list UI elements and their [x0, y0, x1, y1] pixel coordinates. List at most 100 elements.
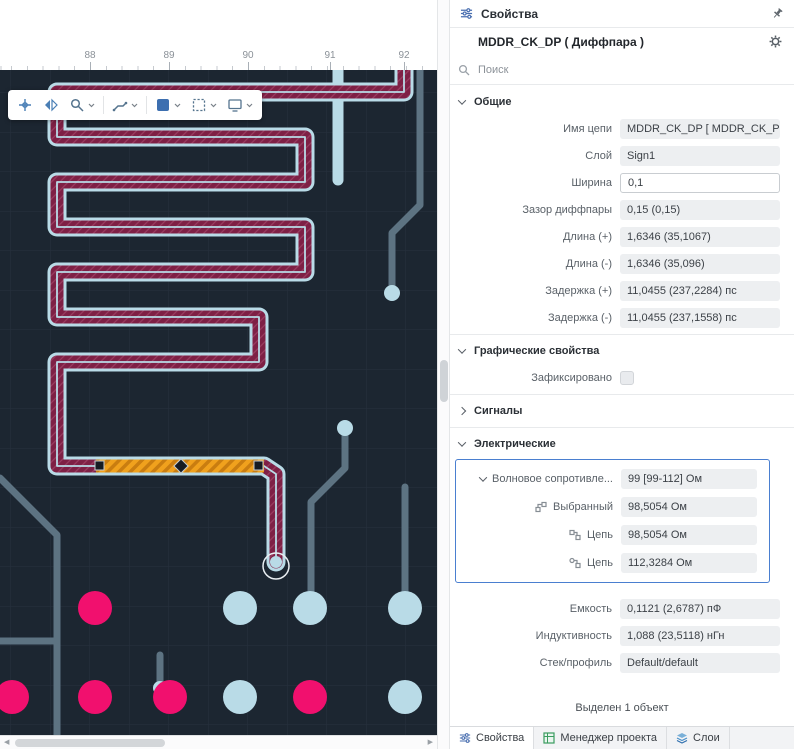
layer-field[interactable]: Sign1 [620, 145, 780, 166]
horizontal-ruler: 88 89 90 91 92 [0, 0, 437, 70]
net-name-field[interactable]: MDDR_CK_DP [ MDDR_CK_P ... [620, 118, 780, 139]
property-label: Задержка (-) [548, 311, 612, 324]
section-general[interactable]: Общие [450, 89, 794, 115]
display-options-button[interactable] [223, 94, 257, 116]
route-button[interactable] [108, 94, 142, 116]
property-row: Индуктивность 1,088 (23,5118) нГн [450, 622, 794, 649]
tab-layers[interactable]: Слои [667, 727, 730, 749]
property-row: Имя цепи MDDR_CK_DP [ MDDR_CK_P ... [450, 115, 794, 142]
selected-trace-segment[interactable] [94, 458, 264, 474]
chevron-down-icon [457, 345, 467, 354]
active-layer-button[interactable] [151, 94, 185, 116]
property-label: Имя цепи [563, 122, 612, 135]
ruler-mark: 92 [398, 50, 410, 61]
search-row [450, 55, 794, 85]
zoom-icon [70, 98, 84, 112]
selection-status: Выделен 1 объект [575, 702, 669, 714]
selection-handle[interactable] [253, 460, 264, 471]
selection-handle[interactable] [94, 460, 105, 471]
vertical-scrollbar[interactable] [437, 0, 450, 749]
trace-end-via[interactable] [270, 556, 282, 568]
divider [450, 427, 794, 428]
property-label: Стек/профиль [539, 656, 612, 669]
property-row: Ширина 0,1 [450, 169, 794, 196]
net-label: Цепь [587, 557, 613, 569]
property-label: Цепь [456, 557, 621, 569]
property-label: Цепь [456, 529, 621, 541]
selected-object-icon [535, 501, 547, 513]
section-electrical[interactable]: Электрические [450, 431, 794, 457]
ruler-mark: 90 [242, 50, 254, 61]
stack-profile-field[interactable]: Default/default [620, 652, 780, 673]
vertical-scroll-thumb[interactable] [440, 360, 448, 402]
tab-project-manager[interactable]: Менеджер проекта [534, 727, 668, 749]
selection-filter-button[interactable] [187, 94, 221, 116]
delay-plus-field[interactable]: 11,0455 (237,2284) пс [620, 280, 780, 301]
impedance-field[interactable]: 99 [99-112] Ом [621, 469, 757, 489]
section-label: Сигналы [474, 405, 523, 417]
length-minus-field[interactable]: 1,6346 (35,096) [620, 253, 780, 274]
net-pair-impedance-field[interactable]: 112,3284 Ом [621, 553, 757, 573]
property-row: Цепь 98,5054 Ом [456, 521, 769, 549]
section-signals[interactable]: Сигналы [450, 398, 794, 424]
ruler-tick [404, 62, 405, 70]
object-title: MDDR_CK_DP ( Диффпара ) [478, 34, 644, 49]
selected-impedance-field[interactable]: 98,5054 Ом [621, 497, 757, 517]
delay-minus-field[interactable]: 11,0455 (237,1558) пс [620, 307, 780, 328]
property-row: Длина (+) 1,6346 (35,1067) [450, 223, 794, 250]
inductance-field[interactable]: 1,088 (23,5118) нГн [620, 625, 780, 646]
pcb-editor-canvas-area: 88 89 90 91 92 ◀ ▶ [0, 0, 437, 749]
zoom-button[interactable] [65, 94, 99, 116]
route-icon [112, 101, 128, 112]
horizontal-scroll-thumb[interactable] [15, 738, 166, 747]
ruler-minor-ticks [0, 66, 437, 70]
section-label: Общие [474, 96, 512, 108]
property-label: Зазор диффпары [522, 203, 612, 216]
mirror-button[interactable] [39, 94, 63, 116]
chevron-down-icon [210, 103, 217, 107]
selected-label: Выбранный [553, 501, 613, 513]
property-row: Длина (-) 1,6346 (35,096) [450, 250, 794, 277]
tab-properties[interactable]: Свойства [450, 727, 535, 749]
tab-label: Слои [693, 732, 720, 744]
object-title-row: MDDR_CK_DP ( Диффпара ) [450, 28, 794, 55]
property-label: Слой [585, 149, 612, 162]
chevron-down-icon [457, 438, 467, 447]
length-plus-field[interactable]: 1,6346 (35,1067) [620, 226, 780, 247]
width-field[interactable]: 0,1 [620, 172, 780, 193]
property-row: Выбранный 98,5054 Ом [456, 493, 769, 521]
fixed-checkbox[interactable] [620, 370, 634, 385]
property-row: Стек/профиль Default/default [450, 649, 794, 676]
chevron-down-icon [246, 103, 253, 107]
ruler-tick [330, 62, 331, 70]
horizontal-scrollbar[interactable]: ◀ ▶ [0, 735, 437, 749]
selection-filter-icon [192, 98, 206, 112]
chevron-down-icon [174, 103, 181, 107]
property-label[interactable]: Волновое сопротивле... [456, 473, 621, 485]
scroll-left-icon[interactable]: ◀ [0, 736, 13, 749]
object-settings-button[interactable] [769, 35, 782, 48]
ruler-mark: 89 [163, 50, 175, 61]
pan-tool-button[interactable] [13, 94, 37, 116]
chevron-right-icon [457, 406, 467, 416]
chevron-down-icon [457, 96, 467, 105]
ruler-tick [248, 62, 249, 70]
property-label: Индуктивность [535, 629, 612, 642]
property-row: Зазор диффпары 0,15 (0,15) [450, 196, 794, 223]
chevron-down-icon [478, 473, 488, 482]
impedance-group: Волновое сопротивле... 99 [99-112] Ом Вы… [455, 459, 770, 583]
scroll-right-icon[interactable]: ▶ [424, 736, 437, 749]
pin-panel-button[interactable] [771, 7, 784, 20]
net-icon [569, 529, 581, 541]
divider [450, 334, 794, 335]
diffpair-gap-field[interactable]: 0,15 (0,15) [620, 199, 780, 220]
section-graphic[interactable]: Графические свойства [450, 338, 794, 364]
panel-header: Свойства [450, 0, 794, 28]
net-impedance-field[interactable]: 98,5054 Ом [621, 525, 757, 545]
property-row: Задержка (+) 11,0455 (237,2284) пс [450, 277, 794, 304]
active-layer-icon [157, 99, 169, 111]
capacitance-field[interactable]: 0,1121 (2,6787) пФ [620, 598, 780, 619]
net-pair-icon [569, 557, 581, 569]
search-input[interactable] [478, 63, 782, 76]
divider [450, 394, 794, 395]
